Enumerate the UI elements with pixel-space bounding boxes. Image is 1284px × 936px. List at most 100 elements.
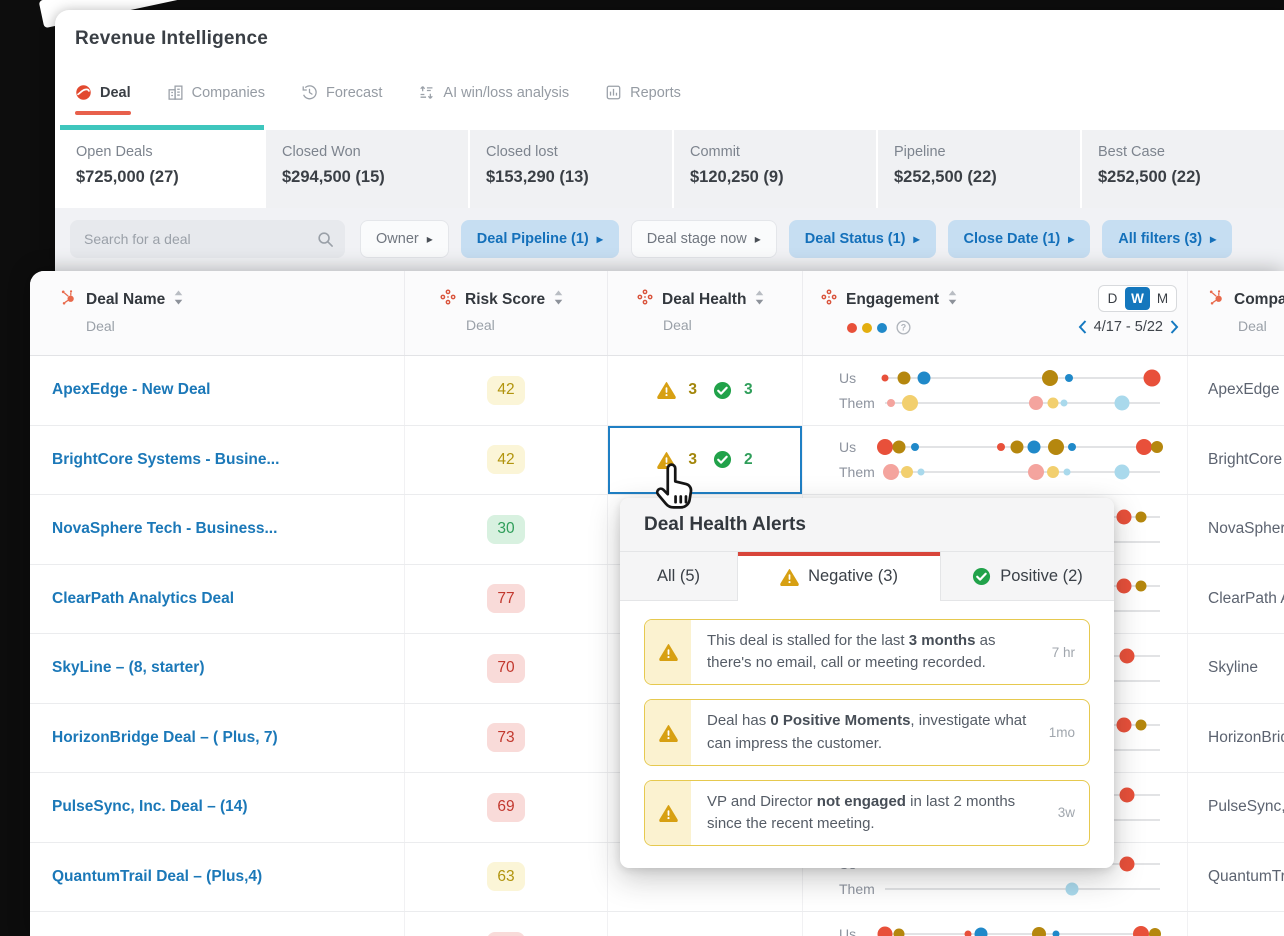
column-header-deal-health[interactable]: Deal Health Deal bbox=[608, 271, 803, 355]
deal-name-link[interactable]: PulseSync, Inc. Deal – (14) bbox=[30, 773, 405, 842]
check-icon bbox=[972, 567, 991, 586]
engagement-dot bbox=[1132, 925, 1149, 936]
engagement-timeline bbox=[885, 394, 1160, 411]
chevron-left-icon[interactable] bbox=[1078, 320, 1087, 334]
alert-age: 1mo bbox=[1048, 725, 1075, 741]
alert-item: Deal has 0 Positive Moments, investigate… bbox=[644, 699, 1090, 766]
filter-chip-deal-stage-now[interactable]: Deal stage now ▸ bbox=[630, 220, 777, 258]
deal-name-link[interactable]: NovaSphere Tech - Business... bbox=[30, 495, 405, 564]
summary-card-pipeline[interactable]: Pipeline $252,500 (22) bbox=[876, 130, 1080, 208]
deal-health-cell[interactable]: 32 bbox=[608, 425, 803, 494]
engagement-dot bbox=[1027, 440, 1040, 454]
tab-forecast[interactable]: Forecast bbox=[301, 84, 382, 103]
nav-tabs: Deal Companies Forecast AI win/loss analysi… bbox=[75, 84, 681, 115]
engagement-row-label: Them bbox=[839, 464, 875, 481]
risk-score-pill: 69 bbox=[487, 792, 525, 822]
filter-chip-owner[interactable]: Owner ▸ bbox=[360, 220, 449, 258]
filter-chip-close-date-1[interactable]: Close Date (1) ▸ bbox=[947, 220, 1091, 258]
column-header-engagement[interactable]: Engagement ? DWM 4/17 - 5/22 bbox=[803, 271, 1188, 355]
risk-score-pill: 70 bbox=[487, 653, 525, 683]
deal-name-link[interactable]: ApexEdge - New Deal bbox=[30, 356, 405, 425]
engagement-dot bbox=[1063, 468, 1070, 476]
tab-ai-win-loss-analysis[interactable]: AI win/loss analysis bbox=[418, 84, 569, 103]
engagement-dot bbox=[1135, 439, 1152, 456]
chevron-right-icon[interactable] bbox=[1170, 320, 1179, 334]
risk-score-pill: 42 bbox=[487, 445, 525, 475]
tab-reports[interactable]: Reports bbox=[605, 84, 681, 103]
period-toggle-w[interactable]: W bbox=[1125, 287, 1150, 310]
engagement-dot bbox=[1047, 439, 1064, 456]
question-icon[interactable]: ? bbox=[896, 320, 911, 335]
deal-name-link[interactable] bbox=[30, 912, 405, 936]
popup-tab-positive-2[interactable]: Positive (2) bbox=[940, 552, 1114, 601]
popup-tab-label: Negative (3) bbox=[808, 567, 898, 585]
deal-name-link[interactable]: BrightCore Systems - Busine... bbox=[30, 425, 405, 494]
summary-card-closed-won[interactable]: Closed Won $294,500 (15) bbox=[264, 130, 468, 208]
sort-icon[interactable] bbox=[174, 290, 183, 310]
deal-health-alerts-popup: Deal Health Alerts All (5) Negative (3) Po… bbox=[620, 498, 1114, 869]
tab-label: Deal bbox=[100, 84, 131, 101]
engagement-dot bbox=[892, 440, 906, 454]
summary-card-closed-lost[interactable]: Closed lost $153,290 (13) bbox=[468, 130, 672, 208]
engagement-dot bbox=[886, 398, 895, 407]
sort-icon[interactable] bbox=[554, 290, 563, 310]
tab-companies[interactable]: Companies bbox=[167, 84, 265, 103]
deal-name-link[interactable]: ClearPath Analytics Deal bbox=[30, 564, 405, 633]
engagement-row-label: Them bbox=[839, 881, 875, 898]
deal-name-link[interactable]: HorizonBridge Deal – ( Plus, 7) bbox=[30, 703, 405, 772]
risk-score-pill: 73 bbox=[487, 723, 525, 753]
period-toggle-m[interactable]: M bbox=[1150, 287, 1175, 310]
legend-dot-yellow bbox=[862, 322, 872, 333]
engagement-dot bbox=[881, 374, 889, 382]
engagement-dot bbox=[964, 930, 971, 936]
period-toggle-d[interactable]: D bbox=[1100, 287, 1125, 310]
engagement-legend: ? bbox=[847, 320, 911, 335]
engagement-dot bbox=[893, 928, 905, 936]
deal-name-link[interactable]: SkyLine – (8, starter) bbox=[30, 634, 405, 703]
risk-score-pill: 77 bbox=[487, 584, 525, 614]
alert-text: Deal has 0 Positive Moments, investigate… bbox=[707, 712, 1027, 752]
engagement-dot bbox=[917, 468, 925, 476]
deal-health-cell[interactable]: 33 bbox=[608, 356, 803, 425]
engagement-dot bbox=[1114, 395, 1129, 411]
popup-title: Deal Health Alerts bbox=[620, 498, 1114, 552]
ai-winloss-icon bbox=[418, 84, 435, 101]
column-header-deal-name[interactable]: Deal Name Deal bbox=[30, 271, 405, 355]
column-header-company[interactable]: Company Deal bbox=[1188, 271, 1284, 355]
risk-score-cell: 70 bbox=[405, 634, 608, 703]
engagement-dot bbox=[1119, 856, 1135, 872]
hubspot-icon bbox=[60, 289, 77, 311]
summary-card-commit[interactable]: Commit $120,250 (9) bbox=[672, 130, 876, 208]
popup-tabs: All (5) Negative (3) Positive (2) bbox=[620, 552, 1114, 601]
engagement-dot bbox=[1135, 719, 1147, 731]
summary-card-best-case[interactable]: Best Case $252,500 (22) bbox=[1080, 130, 1284, 208]
summary-cards: Open Deals $725,000 (27) Closed Won $294,50… bbox=[60, 125, 1284, 208]
risk-score-cell: 30 bbox=[405, 495, 608, 564]
filter-chip-deal-status-1[interactable]: Deal Status (1) ▸ bbox=[788, 220, 936, 258]
summary-card-open-deals[interactable]: Open Deals $725,000 (27) bbox=[60, 125, 264, 208]
search-input[interactable] bbox=[70, 220, 345, 258]
column-header-risk-score[interactable]: Risk Score Deal bbox=[405, 271, 608, 355]
legend-dot-blue bbox=[877, 322, 887, 333]
engagement-dot bbox=[1119, 648, 1135, 664]
filter-chip-all-filters-3[interactable]: All filters (3) ▸ bbox=[1102, 220, 1233, 258]
deal-health-cell[interactable] bbox=[608, 912, 803, 936]
engagement-dot bbox=[1068, 443, 1076, 452]
engagement-dot bbox=[1148, 927, 1161, 936]
company-cell: QuantumTrail Deal bbox=[1208, 867, 1284, 885]
filter-chip-deal-pipeline-1[interactable]: Deal Pipeline (1) ▸ bbox=[460, 220, 619, 258]
negative-count: 3 bbox=[688, 381, 697, 399]
engagement-dot bbox=[1135, 580, 1147, 592]
sort-icon[interactable] bbox=[755, 290, 764, 310]
warning-icon bbox=[780, 568, 799, 586]
sort-icon[interactable] bbox=[948, 290, 957, 310]
tab-deal[interactable]: Deal bbox=[75, 84, 131, 115]
card-value: $153,290 (13) bbox=[486, 168, 589, 186]
risk-score-pill: 30 bbox=[487, 514, 525, 544]
active-tab-underline bbox=[75, 111, 131, 115]
deal-name-link[interactable]: QuantumTrail Deal – (Plus,4) bbox=[30, 842, 405, 911]
engagement-dot bbox=[996, 443, 1005, 452]
engagement-dot bbox=[1116, 578, 1132, 594]
popup-tab-all-5[interactable]: All (5) bbox=[620, 552, 738, 601]
popup-tab-negative-3[interactable]: Negative (3) bbox=[738, 552, 940, 601]
